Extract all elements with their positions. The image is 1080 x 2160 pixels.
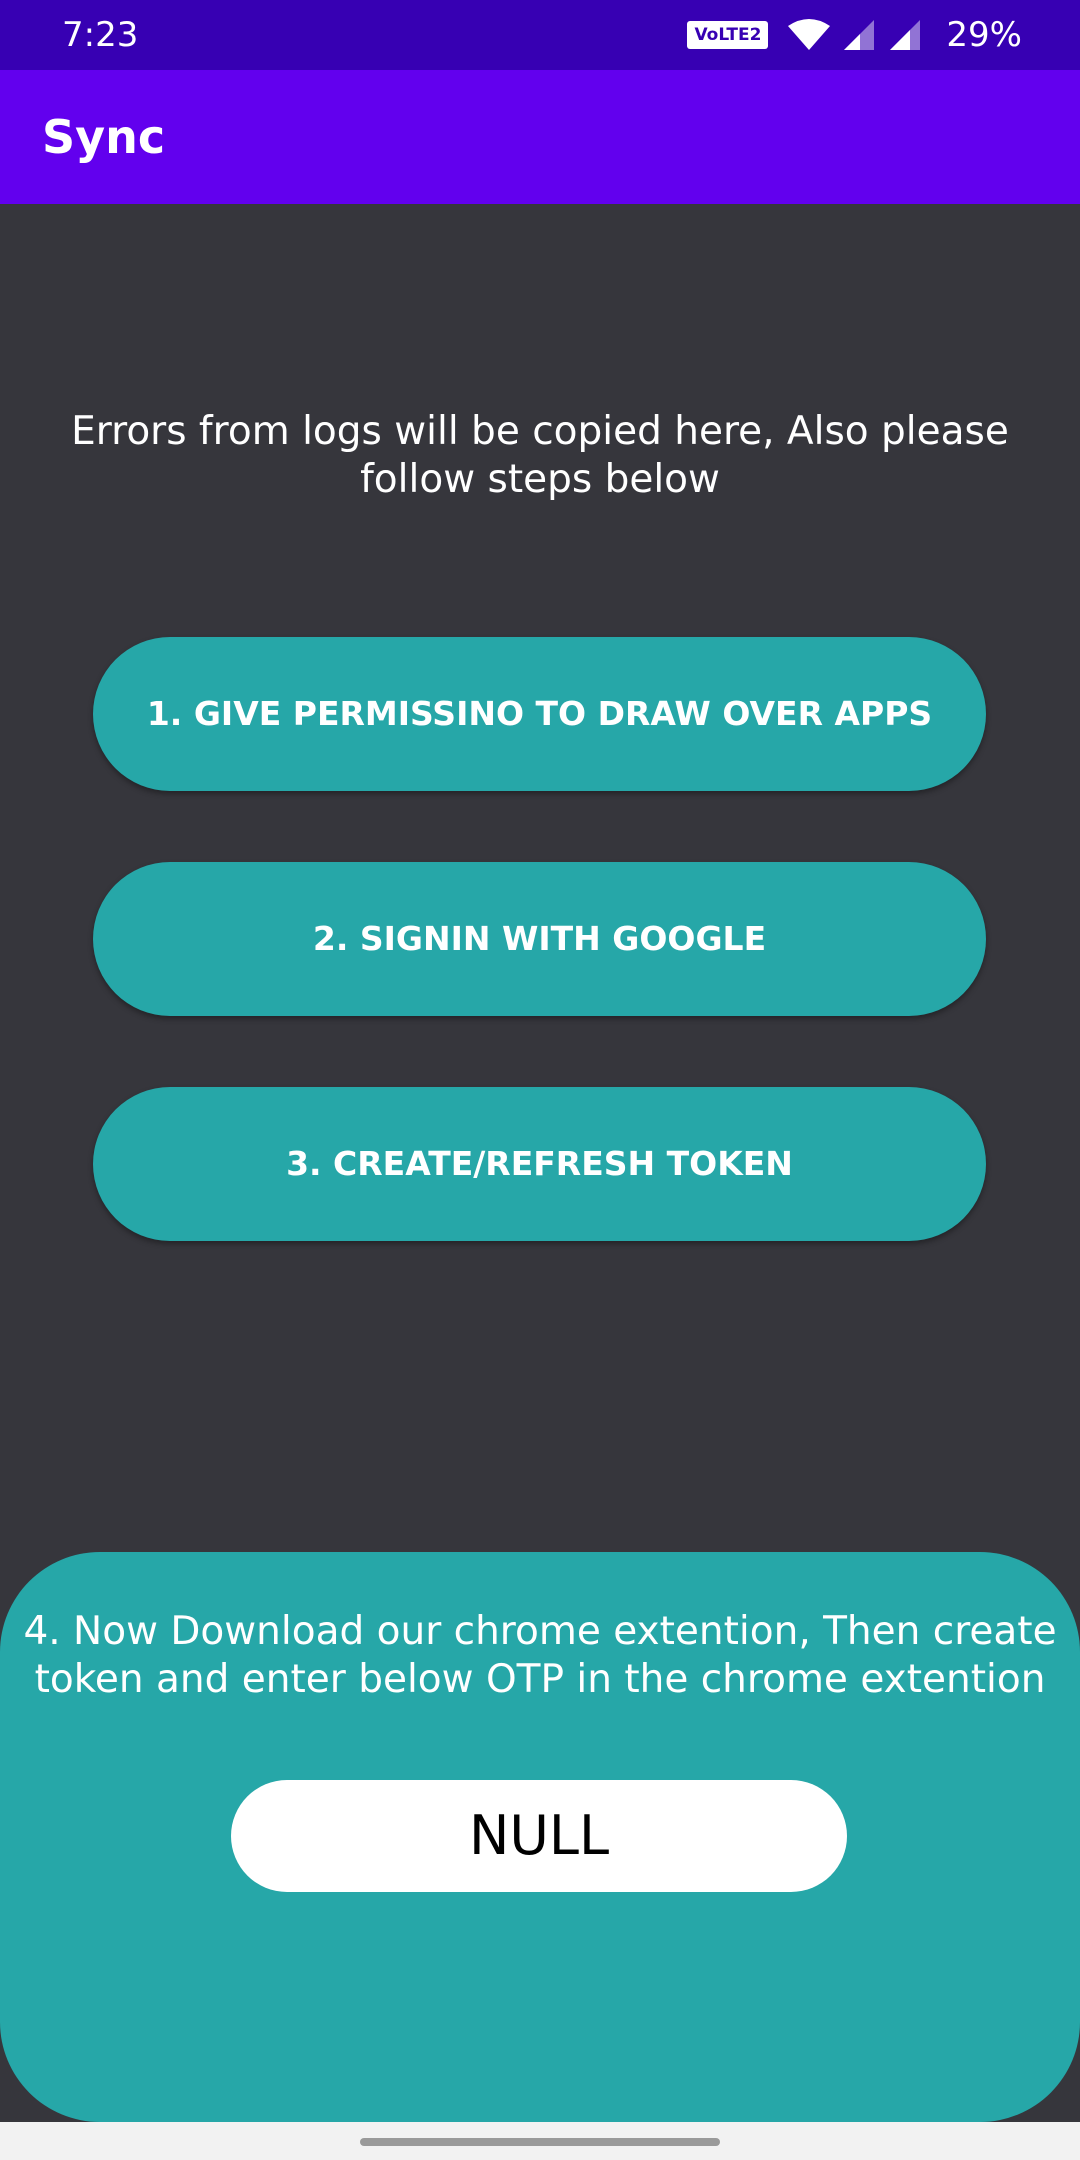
wifi-icon (786, 18, 832, 52)
volte-badge: VoLTE2 (687, 21, 769, 49)
status-time: 7:23 (62, 15, 139, 55)
draw-over-apps-button[interactable]: 1. GIVE PERMISSINO TO DRAW OVER APPS (93, 637, 986, 791)
status-icons: VoLTE2 29% (687, 16, 1022, 54)
signal-icon (842, 18, 878, 52)
refresh-token-button[interactable]: 3. CREATE/REFRESH TOKEN (93, 1087, 986, 1241)
battery-percentage: 29% (946, 15, 1022, 55)
info-text: Errors from logs will be copied here, Al… (71, 409, 1009, 502)
status-bar: 7:23 VoLTE2 29% (0, 0, 1080, 70)
signal-icon (888, 18, 924, 52)
signin-google-button[interactable]: 2. SIGNIN WITH GOOGLE (93, 862, 986, 1016)
otp-card: 4. Now Download our chrome extention, Th… (0, 1552, 1080, 2122)
app-title: Sync (42, 110, 166, 164)
otp-field[interactable]: NULL (231, 1780, 847, 1892)
app-bar: Sync (0, 70, 1080, 204)
home-handle[interactable] (360, 2138, 720, 2146)
navigation-bar (0, 2122, 1080, 2160)
card-instructions: 4. Now Download our chrome extention, Th… (23, 1609, 1057, 1702)
